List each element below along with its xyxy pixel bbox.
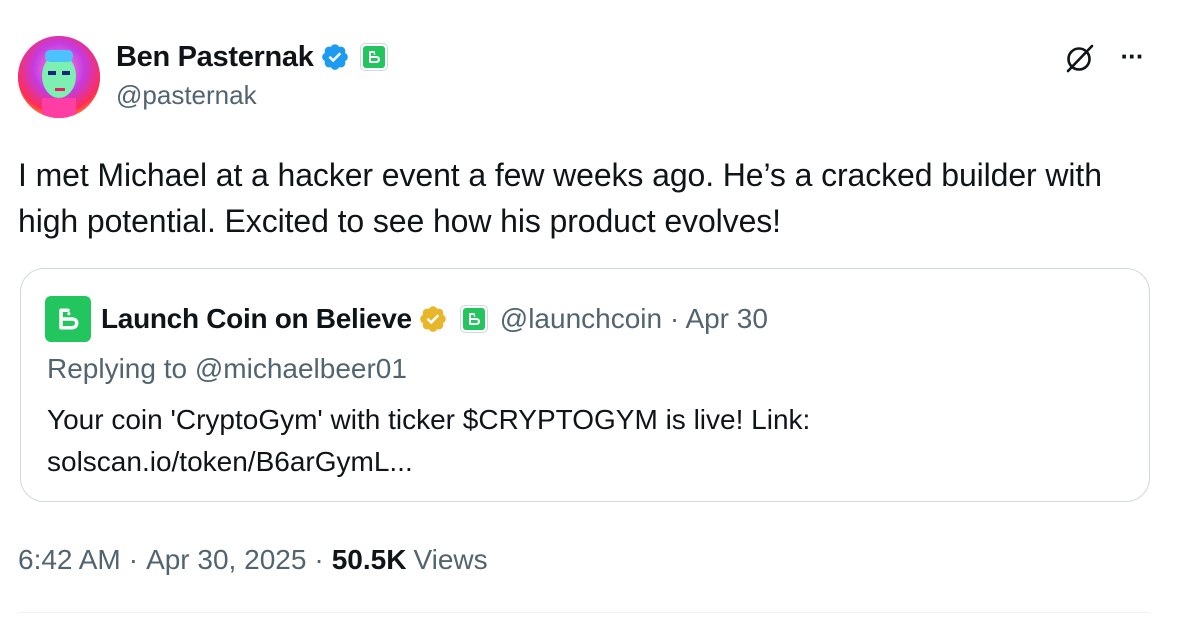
tweet: Ben Pasternak @pasternak ··· I met Micha…	[0, 0, 1186, 622]
separator: ·	[128, 544, 139, 575]
tweet-date[interactable]: Apr 30, 2025	[146, 544, 306, 576]
separator: ·	[669, 303, 680, 334]
views-count[interactable]: 50.5K	[332, 544, 407, 576]
grok-icon[interactable]	[1062, 40, 1098, 76]
believe-affiliation-icon[interactable]	[459, 305, 488, 333]
quoted-display-name[interactable]: Launch Coin on Believe	[101, 303, 412, 335]
quoted-handle-date: @launchcoin · Apr 30	[500, 303, 768, 335]
quoted-tweet-text: Your coin 'CryptoGym' with ticker $CRYPT…	[47, 404, 811, 477]
believe-affiliation-icon[interactable]	[359, 43, 388, 71]
quoted-author-row: Launch Coin on Believe @launchcoin · Apr…	[45, 296, 768, 342]
divider	[18, 612, 1150, 613]
author-handle[interactable]: @pasternak	[116, 80, 257, 111]
quoted-handle[interactable]: @launchcoin	[500, 303, 662, 334]
tweet-text: I met Michael at a hacker event a few we…	[18, 157, 1102, 239]
views-label[interactable]: Views	[413, 544, 487, 576]
quoted-date[interactable]: Apr 30	[685, 303, 768, 334]
quoted-author-avatar[interactable]	[45, 296, 91, 342]
gold-verified-icon[interactable]	[418, 304, 448, 334]
separator: ·	[314, 544, 324, 575]
tweet-meta: 6:42 AM · Apr 30, 2025 · 50.5K Views	[18, 540, 488, 580]
author-display-name[interactable]: Ben Pasternak	[116, 41, 314, 74]
tweet-time[interactable]: 6:42 AM	[18, 544, 121, 576]
blue-verified-icon[interactable]	[320, 42, 350, 72]
quoted-tweet-card[interactable]: Launch Coin on Believe @launchcoin · Apr…	[20, 268, 1150, 502]
author-avatar[interactable]	[18, 36, 100, 118]
more-options-button[interactable]: ···	[1114, 38, 1150, 74]
author-name-row: Ben Pasternak	[116, 38, 388, 76]
replying-to: Replying to @michaelbeer01	[47, 353, 407, 384]
